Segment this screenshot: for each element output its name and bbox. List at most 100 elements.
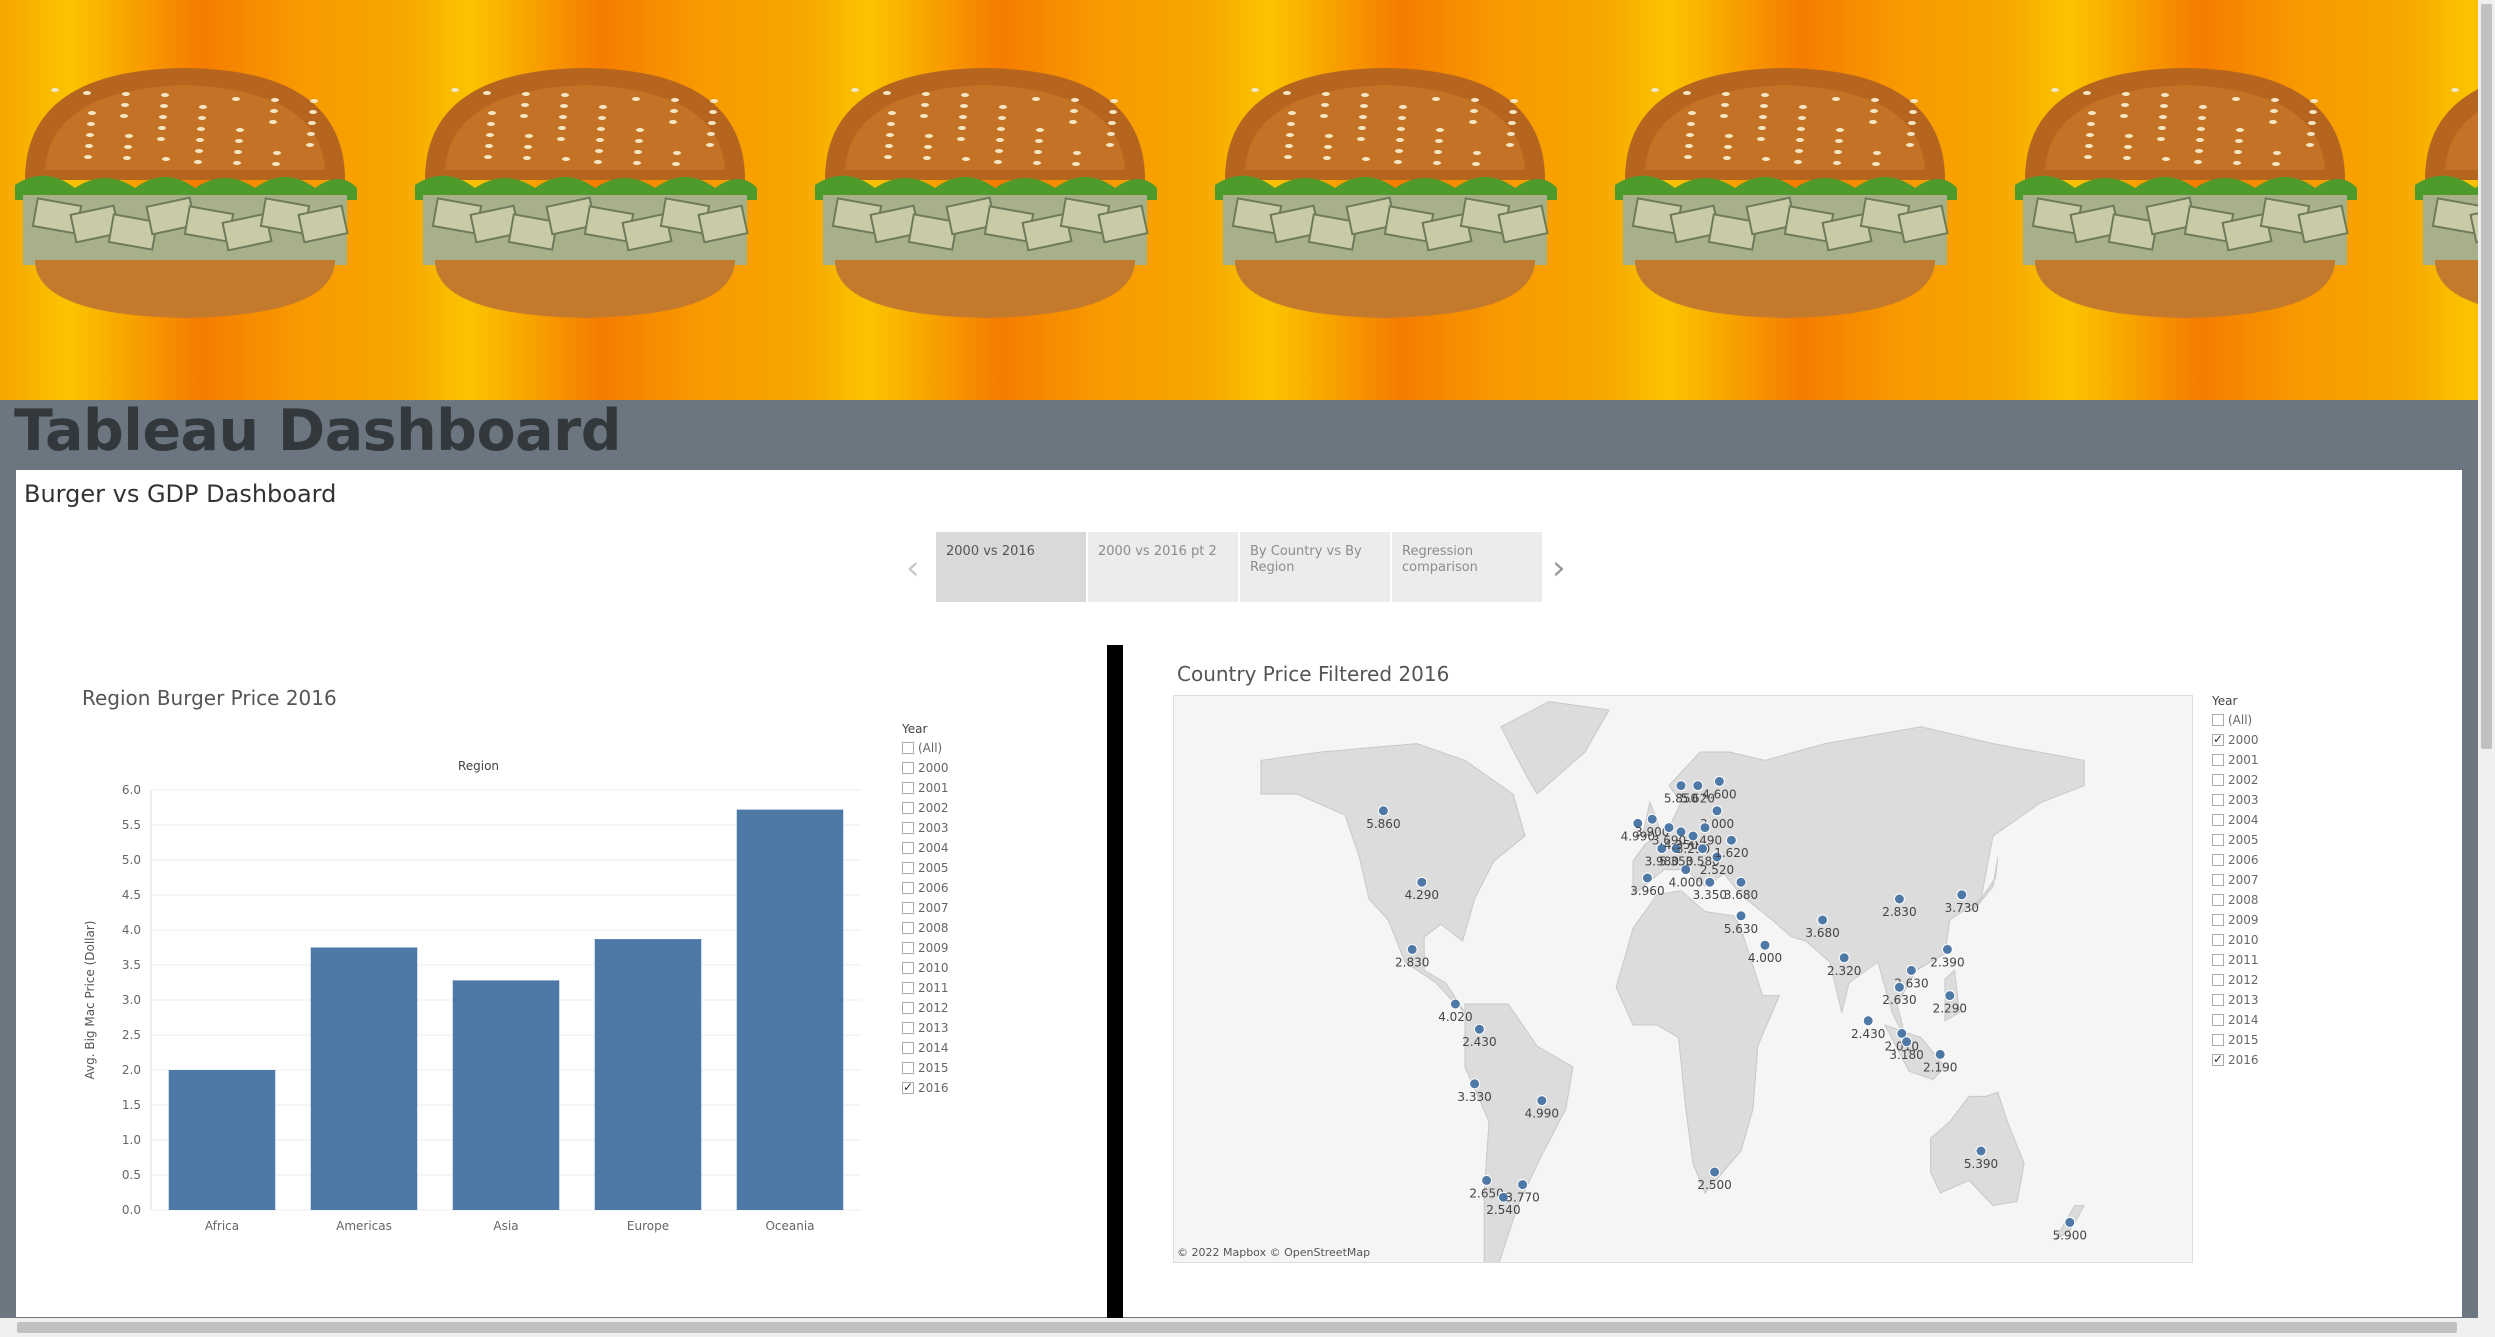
year-left-option-2015[interactable]: 2015: [902, 1058, 949, 1078]
checkbox-icon[interactable]: [902, 942, 914, 954]
checkbox-icon[interactable]: [902, 1022, 914, 1034]
checkbox-icon[interactable]: [902, 762, 914, 774]
checkbox-icon[interactable]: [2212, 954, 2224, 966]
year-right-option-2015[interactable]: 2015: [2212, 1030, 2259, 1050]
map-point[interactable]: [1687, 830, 1699, 842]
year-left-option-2004[interactable]: 2004: [902, 838, 949, 858]
map-point[interactable]: [1838, 952, 1850, 964]
checkbox-icon[interactable]: [902, 1002, 914, 1014]
map-point[interactable]: [1941, 943, 1953, 955]
checkbox-icon[interactable]: [902, 1042, 914, 1054]
checkbox-icon[interactable]: [902, 922, 914, 934]
checkbox-icon[interactable]: [2212, 754, 2224, 766]
checkbox-icon[interactable]: [2212, 1034, 2224, 1046]
year-left-option-2016[interactable]: ✓ 2016: [902, 1078, 949, 1098]
year-right-option-2008[interactable]: 2008: [2212, 890, 2259, 910]
year-left-option-2010[interactable]: 2010: [902, 958, 949, 978]
year-right-option-2000[interactable]: ✓ 2000: [2212, 730, 2259, 750]
checkbox-icon[interactable]: [2212, 894, 2224, 906]
checked-checkbox-icon[interactable]: ✓: [2212, 1053, 2224, 1066]
checkbox-icon[interactable]: [902, 1062, 914, 1074]
map-point[interactable]: [1536, 1095, 1548, 1107]
checkbox-icon[interactable]: [902, 882, 914, 894]
checkbox-icon[interactable]: [2212, 834, 2224, 846]
map-point[interactable]: [1406, 943, 1418, 955]
map-point[interactable]: [1735, 876, 1747, 888]
map-point[interactable]: [1469, 1078, 1481, 1090]
year-right-option-all[interactable]: (All): [2212, 710, 2259, 730]
map-point[interactable]: [1675, 780, 1687, 792]
year-right-option-2007[interactable]: 2007: [2212, 870, 2259, 890]
checkbox-icon[interactable]: [2212, 1014, 2224, 1026]
tab-2000-vs-2016[interactable]: 2000 vs 2016: [936, 532, 1086, 602]
map-point[interactable]: [1901, 1036, 1913, 1048]
bar-africa[interactable]: [168, 1070, 276, 1210]
checked-checkbox-icon[interactable]: ✓: [2212, 733, 2224, 746]
checkbox-icon[interactable]: [2212, 854, 2224, 866]
bar-asia[interactable]: [452, 980, 560, 1210]
checkbox-icon[interactable]: [2212, 934, 2224, 946]
checkbox-icon[interactable]: [902, 862, 914, 874]
year-left-option-2000[interactable]: 2000: [902, 758, 949, 778]
checkbox-icon[interactable]: [902, 902, 914, 914]
year-left-option-2009[interactable]: 2009: [902, 938, 949, 958]
tab-regression-comparison[interactable]: Regression comparison: [1392, 532, 1542, 602]
year-right-option-2003[interactable]: 2003: [2212, 790, 2259, 810]
year-right-option-2001[interactable]: 2001: [2212, 750, 2259, 770]
map-point[interactable]: [1735, 910, 1747, 922]
checkbox-icon[interactable]: [2212, 714, 2224, 726]
map-point[interactable]: [1709, 1166, 1721, 1178]
checkbox-icon[interactable]: [2212, 814, 2224, 826]
bar-oceania[interactable]: [736, 809, 844, 1210]
horizontal-scrollbar[interactable]: [0, 1318, 2478, 1337]
checkbox-icon[interactable]: [902, 962, 914, 974]
year-right-option-2004[interactable]: 2004: [2212, 810, 2259, 830]
map-point[interactable]: [1449, 998, 1461, 1010]
map-point[interactable]: [1699, 822, 1711, 834]
map-point[interactable]: [1956, 889, 1968, 901]
map-point[interactable]: [1641, 872, 1653, 884]
map-point[interactable]: [1416, 876, 1428, 888]
map-point[interactable]: [1663, 822, 1675, 834]
checkbox-icon[interactable]: [902, 802, 914, 814]
year-left-option-2011[interactable]: 2011: [902, 978, 949, 998]
checkbox-icon[interactable]: [2212, 914, 2224, 926]
map-point[interactable]: [1697, 843, 1709, 855]
checkbox-icon[interactable]: [2212, 994, 2224, 1006]
year-right-option-2012[interactable]: 2012: [2212, 970, 2259, 990]
map-point[interactable]: [1377, 805, 1389, 817]
map-point[interactable]: [1862, 1015, 1874, 1027]
map-point[interactable]: [2064, 1216, 2076, 1228]
map-point[interactable]: [1473, 1023, 1485, 1035]
map-point[interactable]: [1713, 775, 1725, 787]
year-left-option-2014[interactable]: 2014: [902, 1038, 949, 1058]
checkbox-icon[interactable]: [2212, 974, 2224, 986]
tab-2000-vs-2016-pt-2[interactable]: 2000 vs 2016 pt 2: [1088, 532, 1238, 602]
year-left-option-2005[interactable]: 2005: [902, 858, 949, 878]
year-right-option-2009[interactable]: 2009: [2212, 910, 2259, 930]
year-left-option-2013[interactable]: 2013: [902, 1018, 949, 1038]
map-point[interactable]: [1704, 876, 1716, 888]
country-map[interactable]: 5.860 4.290 2.830 4.020 2.430 3.330 2.650 2.540…: [1173, 695, 2193, 1263]
map-point[interactable]: [1646, 813, 1658, 825]
year-left-option-2012[interactable]: 2012: [902, 998, 949, 1018]
year-left-option-2008[interactable]: 2008: [902, 918, 949, 938]
map-point[interactable]: [1934, 1048, 1946, 1060]
year-right-option-2010[interactable]: 2010: [2212, 930, 2259, 950]
map-point[interactable]: [1481, 1174, 1493, 1186]
year-right-option-2002[interactable]: 2002: [2212, 770, 2259, 790]
checkbox-icon[interactable]: [902, 982, 914, 994]
checkbox-icon[interactable]: [2212, 774, 2224, 786]
year-right-option-2005[interactable]: 2005: [2212, 830, 2259, 850]
checkbox-icon[interactable]: [902, 782, 914, 794]
map-point[interactable]: [1817, 914, 1829, 926]
checkbox-icon[interactable]: [2212, 874, 2224, 886]
map-point[interactable]: [1893, 893, 1905, 905]
year-left-option-2006[interactable]: 2006: [902, 878, 949, 898]
map-point[interactable]: [1725, 834, 1737, 846]
bar-americas[interactable]: [310, 947, 418, 1211]
map-point[interactable]: [1975, 1145, 1987, 1157]
year-right-option-2011[interactable]: 2011: [2212, 950, 2259, 970]
year-left-option-2002[interactable]: 2002: [902, 798, 949, 818]
year-left-option-2001[interactable]: 2001: [902, 778, 949, 798]
